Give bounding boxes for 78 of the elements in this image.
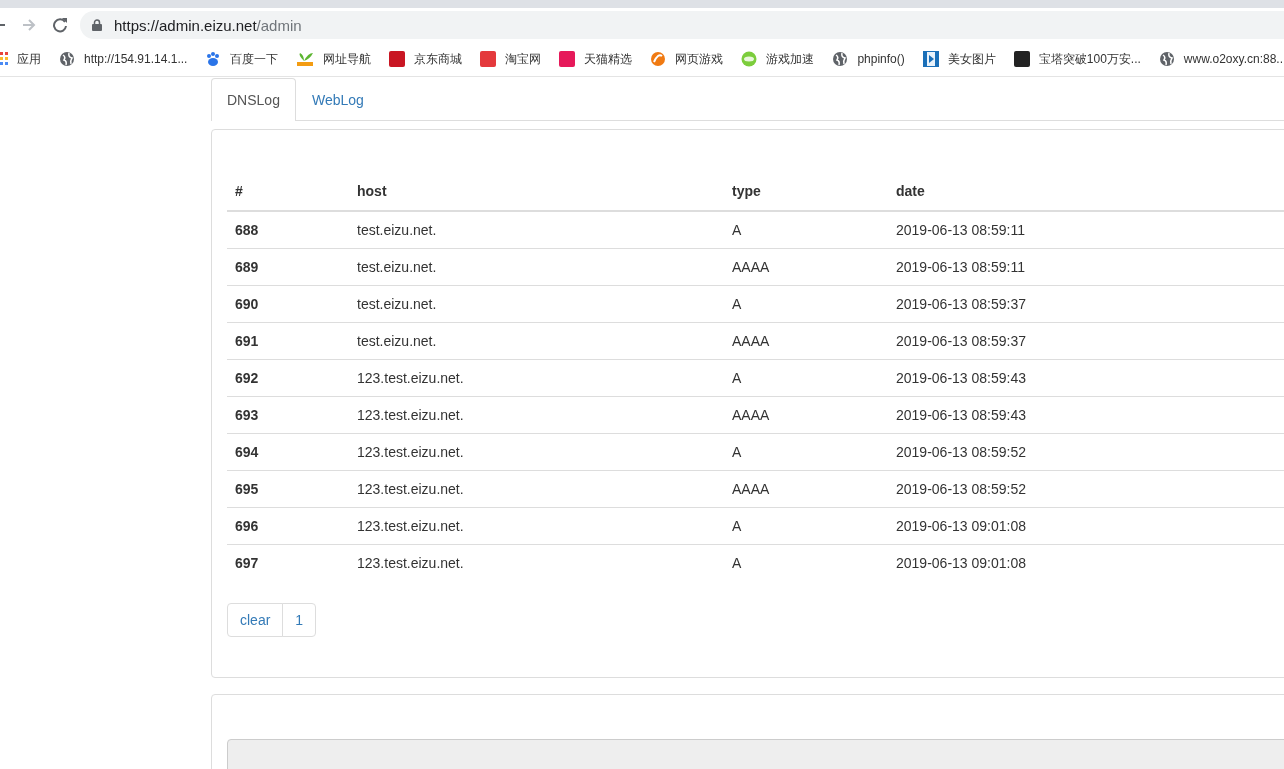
table-cell: 2019-06-13 08:59:37 [888, 322, 1284, 360]
bookmark-link[interactable]: 淘宝网 [505, 50, 542, 68]
table-cell: AAAA [724, 470, 888, 508]
table-cell: AAAA [724, 396, 888, 434]
table-cell: A [724, 285, 888, 323]
globe-icon [59, 51, 75, 67]
bt-logo-icon [1013, 51, 1030, 67]
table-cell: 123.test.eizu.net. [349, 433, 724, 471]
table-cell: test.eizu.net. [349, 322, 724, 360]
column-header: host [349, 172, 724, 211]
table-cell: A [724, 211, 888, 249]
bookmark-link[interactable]: 百度一下 [230, 50, 279, 68]
table-cell: test.eizu.net. [349, 248, 724, 286]
table-cell: 696 [227, 507, 349, 545]
table-cell: 123.test.eizu.net. [349, 359, 724, 397]
table-cell: 2019-06-13 09:01:08 [888, 507, 1284, 545]
bookmark-link[interactable]: http://154.91.14.1... [84, 52, 188, 66]
reload-icon[interactable] [52, 17, 68, 33]
flame-icon [650, 51, 667, 67]
table-cell: 2019-06-13 09:01:08 [888, 544, 1284, 581]
tab[interactable]: WebLog [295, 78, 380, 121]
table-cell: 2019-06-13 08:59:43 [888, 396, 1284, 434]
table-cell: 691 [227, 322, 349, 360]
table-cell: 689 [227, 248, 349, 286]
jd-logo-icon [389, 51, 406, 67]
table-cell: 2019-06-13 08:59:52 [888, 470, 1284, 508]
table-cell: A [724, 544, 888, 581]
bookmark-link[interactable]: 游戏加速 [766, 50, 815, 68]
table-cell: 123.test.eizu.net. [349, 507, 724, 545]
bookmark-link[interactable]: www.o2oxy.cn:88... [1183, 52, 1284, 66]
table-cell: 692 [227, 359, 349, 397]
table-cell: 2019-06-13 08:59:37 [888, 285, 1284, 323]
table-cell: 695 [227, 470, 349, 508]
table-cell: A [724, 359, 888, 397]
bookmark-link[interactable]: 天猫精选 [584, 50, 633, 68]
table-cell: 693 [227, 396, 349, 434]
paw-icon [205, 51, 222, 67]
bookmark-link[interactable]: phpinfo() [857, 52, 905, 66]
lock-icon [92, 19, 102, 31]
leaf-icon [296, 51, 315, 67]
table-cell: test.eizu.net. [349, 285, 724, 323]
table-cell: 123.test.eizu.net. [349, 470, 724, 508]
bookmark-link[interactable]: 网址导航 [323, 50, 372, 68]
column-header: # [227, 172, 349, 211]
globe-icon [832, 51, 849, 67]
table-cell: 2019-06-13 08:59:52 [888, 433, 1284, 471]
bookmark-link[interactable]: 应用 [17, 50, 41, 68]
table-cell: test.eizu.net. [349, 211, 724, 249]
apps-grid-icon [0, 52, 8, 66]
table-cell: 690 [227, 285, 349, 323]
bookmark-link[interactable]: 美女图片 [947, 50, 996, 68]
url-text: https://admin.eizu.net/admin [114, 16, 302, 34]
table-cell: 2019-06-13 08:59:43 [888, 359, 1284, 397]
table-cell: AAAA [724, 248, 888, 286]
column-header: date [888, 172, 1284, 211]
table-cell: 697 [227, 544, 349, 581]
tab[interactable]: DNSLog [211, 78, 296, 121]
ju-logo-icon [559, 51, 576, 67]
table-cell: AAAA [724, 322, 888, 360]
pagination-link[interactable]: clear [227, 603, 284, 637]
table-cell: 2019-06-13 08:59:11 [888, 248, 1284, 286]
tao-logo-icon [480, 51, 497, 67]
table-cell: 694 [227, 433, 349, 471]
game-circle-icon [741, 51, 758, 67]
bookmark-link[interactable]: 宝塔突破100万安... [1038, 50, 1141, 68]
bookmark-link[interactable]: 京东商城 [414, 50, 463, 68]
column-header: type [724, 172, 888, 211]
globe-icon [1158, 51, 1175, 67]
table-cell: A [724, 433, 888, 471]
table-cell: 123.test.eizu.net. [349, 396, 724, 434]
film-icon [922, 51, 939, 67]
table-cell: 123.test.eizu.net. [349, 544, 724, 581]
pagination-link[interactable]: 1 [282, 603, 317, 637]
bookmark-link[interactable]: 网页游戏 [675, 50, 724, 68]
address-bar[interactable]: https://admin.eizu.net/admin [80, 11, 1284, 39]
table-cell: 688 [227, 211, 349, 249]
table-cell: 2019-06-13 08:59:11 [888, 211, 1284, 249]
table-cell: A [724, 507, 888, 545]
